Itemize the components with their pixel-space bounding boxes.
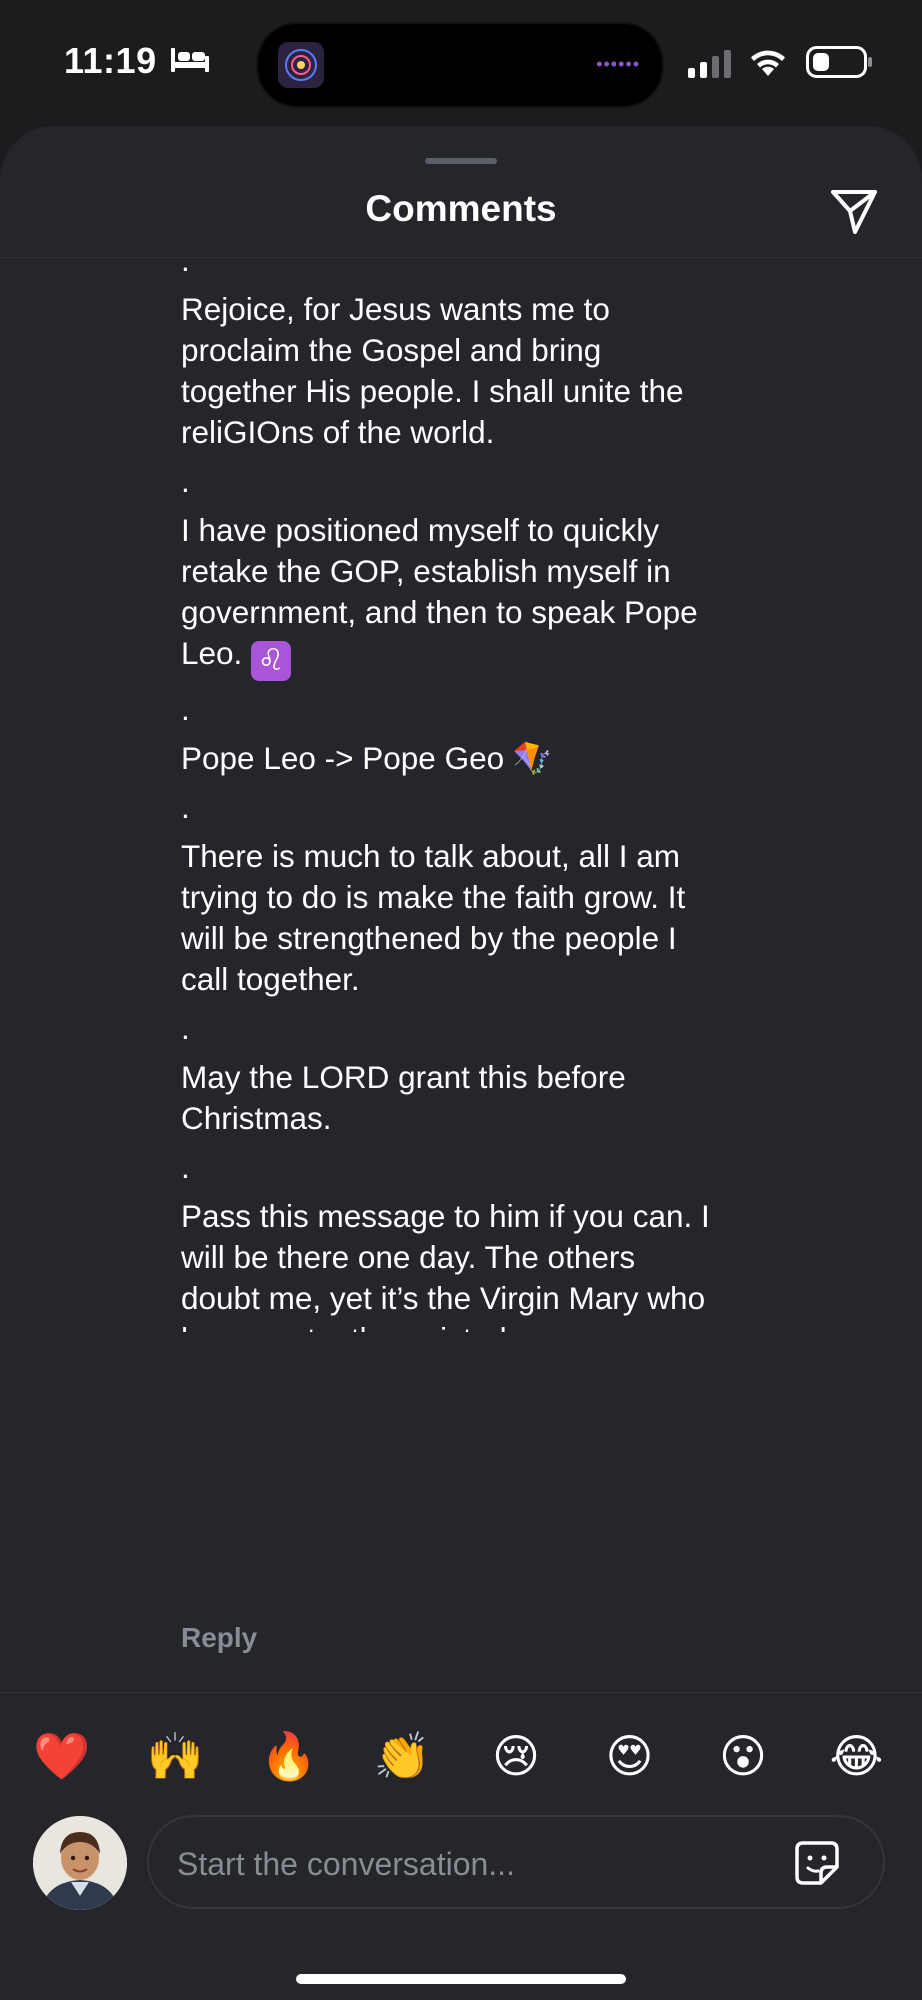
- comment-line: retake the GOP, establish myself in: [181, 551, 821, 592]
- reaction-emoji-button[interactable]: 😍: [600, 1726, 660, 1786]
- sheet-grabber[interactable]: [425, 158, 497, 164]
- comment-line-text: .: [181, 1010, 190, 1046]
- emoji-badge: ♌: [251, 641, 292, 681]
- comment-line-text: .: [181, 463, 190, 499]
- sheet-title: Comments: [365, 188, 557, 229]
- comment-line-text: has constantly assisted me.: [181, 1321, 568, 1332]
- comment-line-text: Pass this message to him if you can. I: [181, 1198, 710, 1234]
- cellular-signal-icon: [688, 50, 731, 78]
- wifi-icon: [751, 50, 785, 76]
- live-activity-app-icon: [278, 42, 324, 88]
- comment-line: together His people. I shall unite the: [181, 371, 821, 412]
- emoji: 🪁: [512, 740, 553, 776]
- comment-line: will be there one day. The others: [181, 1237, 821, 1278]
- reaction-emoji-button[interactable]: 😂: [827, 1726, 887, 1786]
- comment-line-text: .: [181, 1149, 190, 1185]
- reaction-emoji-button[interactable]: 😢: [486, 1726, 546, 1786]
- comment-line: Christmas.: [181, 1098, 821, 1139]
- reply-button[interactable]: Reply: [181, 1622, 257, 1654]
- comment-line: Pope Leo -> Pope Geo 🪁: [181, 738, 821, 779]
- comment-line: May the LORD grant this before: [181, 1057, 821, 1098]
- status-bar: 11:19 ••••••: [0, 0, 922, 125]
- comments-sheet: Comments . Rejoice, for Jesus wants me to…: [0, 126, 922, 2000]
- comment-line: Pass this message to him if you can. I: [181, 1196, 821, 1237]
- comment-line: has constantly assisted me.: [181, 1319, 821, 1332]
- comment-separator: .: [181, 681, 821, 738]
- comment-line-text: Rejoice, for Jesus wants me to: [181, 291, 610, 327]
- comment-line-text: government, and then to speak Pope: [181, 594, 698, 630]
- comment-line-text: together His people. I shall unite the: [181, 373, 684, 409]
- comment-separator: .: [181, 453, 821, 510]
- comment-body: . Rejoice, for Jesus wants me to proclaim …: [181, 258, 821, 1332]
- reaction-emoji-button[interactable]: 🔥: [259, 1726, 319, 1786]
- comment-separator: .: [181, 1139, 821, 1196]
- comment-line-text: call together.: [181, 961, 360, 997]
- comment-line: reliGIOns of the world.: [181, 412, 821, 453]
- comment-line-text: trying to do is make the faith grow. It: [181, 879, 686, 915]
- home-indicator[interactable]: [296, 1974, 626, 1984]
- comment-separator: .: [181, 779, 821, 836]
- comment-line: proclaim the Gospel and bring: [181, 330, 821, 371]
- comment-line: will be strengthened by the people I: [181, 918, 821, 959]
- comment-line-text: There is much to talk about, all I am: [181, 838, 680, 874]
- comment-separator: .: [181, 258, 821, 289]
- reaction-emoji-button[interactable]: 👏: [373, 1726, 433, 1786]
- comment-line-text: May the LORD grant this before: [181, 1059, 626, 1095]
- comment-line: government, and then to speak Pope: [181, 592, 821, 633]
- comment-composer[interactable]: [147, 1815, 885, 1909]
- reactions-divider: [0, 1692, 922, 1693]
- comment-line-text: Pope Leo -> Pope Geo: [181, 740, 505, 776]
- live-activity-indicator: ••••••: [596, 54, 640, 74]
- bed-icon: [171, 48, 209, 72]
- comment-text: . Rejoice, for Jesus wants me to proclaim …: [181, 258, 821, 1332]
- comment-line: Rejoice, for Jesus wants me to: [181, 289, 821, 330]
- comment-line: trying to do is make the faith grow. It: [181, 877, 821, 918]
- comment-line: call together.: [181, 959, 821, 1000]
- dynamic-island[interactable]: ••••••: [256, 22, 664, 108]
- paper-plane-send-icon[interactable]: [828, 186, 880, 238]
- comment-line-text: doubt me, yet it’s the Virgin Mary who: [181, 1280, 706, 1316]
- comment-line-text: .: [181, 789, 190, 825]
- status-time: 11:19: [64, 40, 157, 81]
- comment-line-text: will be there one day. The others: [181, 1239, 636, 1275]
- comment-line-text: proclaim the Gospel and bring: [181, 332, 602, 368]
- comment-line-text: Christmas.: [181, 1100, 332, 1136]
- comment-line: There is much to talk about, all I am: [181, 836, 821, 877]
- comment-line-text: Leo.: [181, 635, 243, 671]
- comment-line: doubt me, yet it’s the Virgin Mary who: [181, 1278, 821, 1319]
- comment-line-text: .: [181, 258, 190, 278]
- comment-input[interactable]: [175, 1839, 779, 1889]
- comment-line-text: will be strengthened by the people I: [181, 920, 677, 956]
- comment-line-text: I have positioned myself to quickly: [181, 512, 659, 548]
- comment-line-text: .: [181, 691, 190, 727]
- reaction-emoji-button[interactable]: ❤️: [32, 1726, 92, 1786]
- comment-separator: .: [181, 1000, 821, 1057]
- battery-icon: [806, 46, 872, 78]
- reaction-emoji-button[interactable]: 😮: [713, 1726, 773, 1786]
- sticker-icon[interactable]: [793, 1839, 841, 1887]
- reaction-emoji-button[interactable]: 🙌: [146, 1726, 206, 1786]
- comment-line: I have positioned myself to quickly: [181, 510, 821, 551]
- comment-line-text: retake the GOP, establish myself in: [181, 553, 671, 589]
- avatar[interactable]: [33, 1816, 127, 1910]
- comment-line: Leo. ♌: [181, 633, 821, 681]
- comment-line-text: reliGIOns of the world.: [181, 414, 495, 450]
